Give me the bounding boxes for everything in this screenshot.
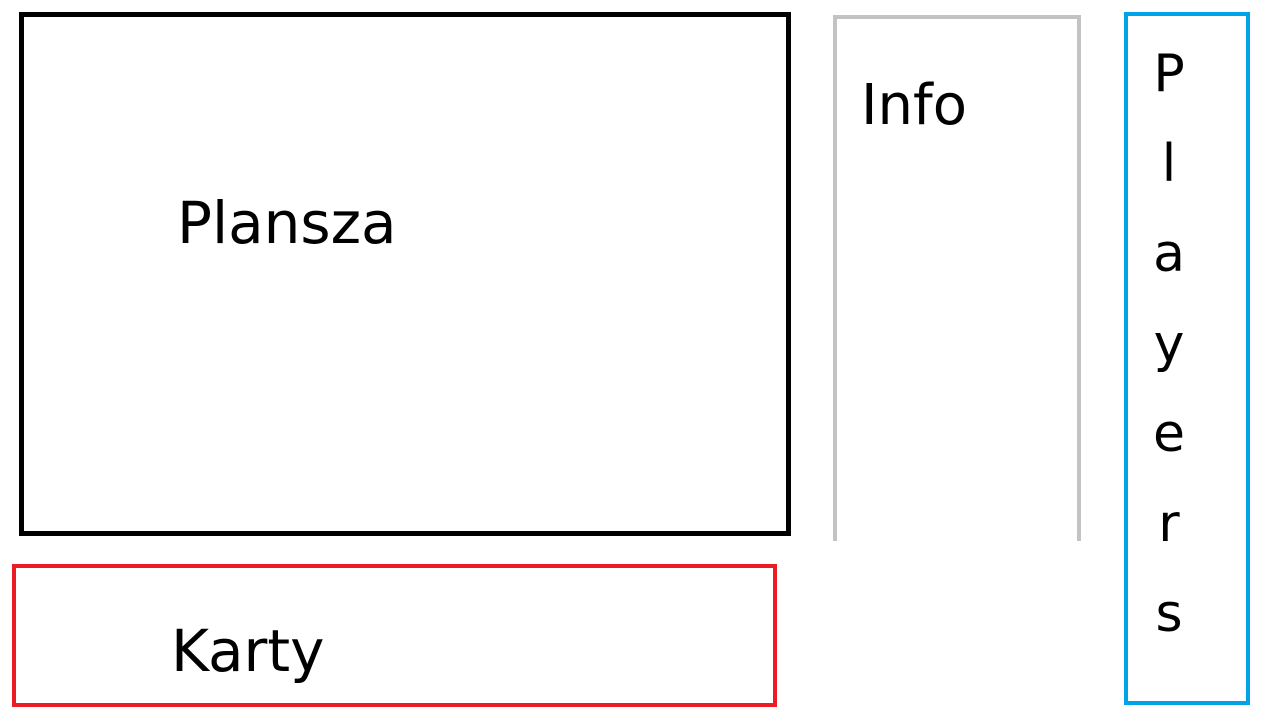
board-label: Plansza xyxy=(177,189,397,257)
info-label: Info xyxy=(861,73,967,138)
players-label-letter: r xyxy=(1158,494,1180,554)
players-label-letter: l xyxy=(1161,134,1177,194)
players-label-letter: P xyxy=(1153,44,1185,104)
players-label-letter: e xyxy=(1153,404,1185,464)
players-label-letter: a xyxy=(1153,224,1185,284)
cards-label: Karty xyxy=(171,617,325,685)
info-panel: Info xyxy=(833,15,1081,541)
players-label-letter: y xyxy=(1153,314,1185,374)
players-panel: P l a y e r s xyxy=(1124,12,1250,705)
cards-panel: Karty xyxy=(12,564,777,707)
players-label-letter: s xyxy=(1155,584,1183,644)
board-panel: Plansza xyxy=(19,12,791,536)
players-vertical-label: P l a y e r s xyxy=(1128,48,1210,678)
